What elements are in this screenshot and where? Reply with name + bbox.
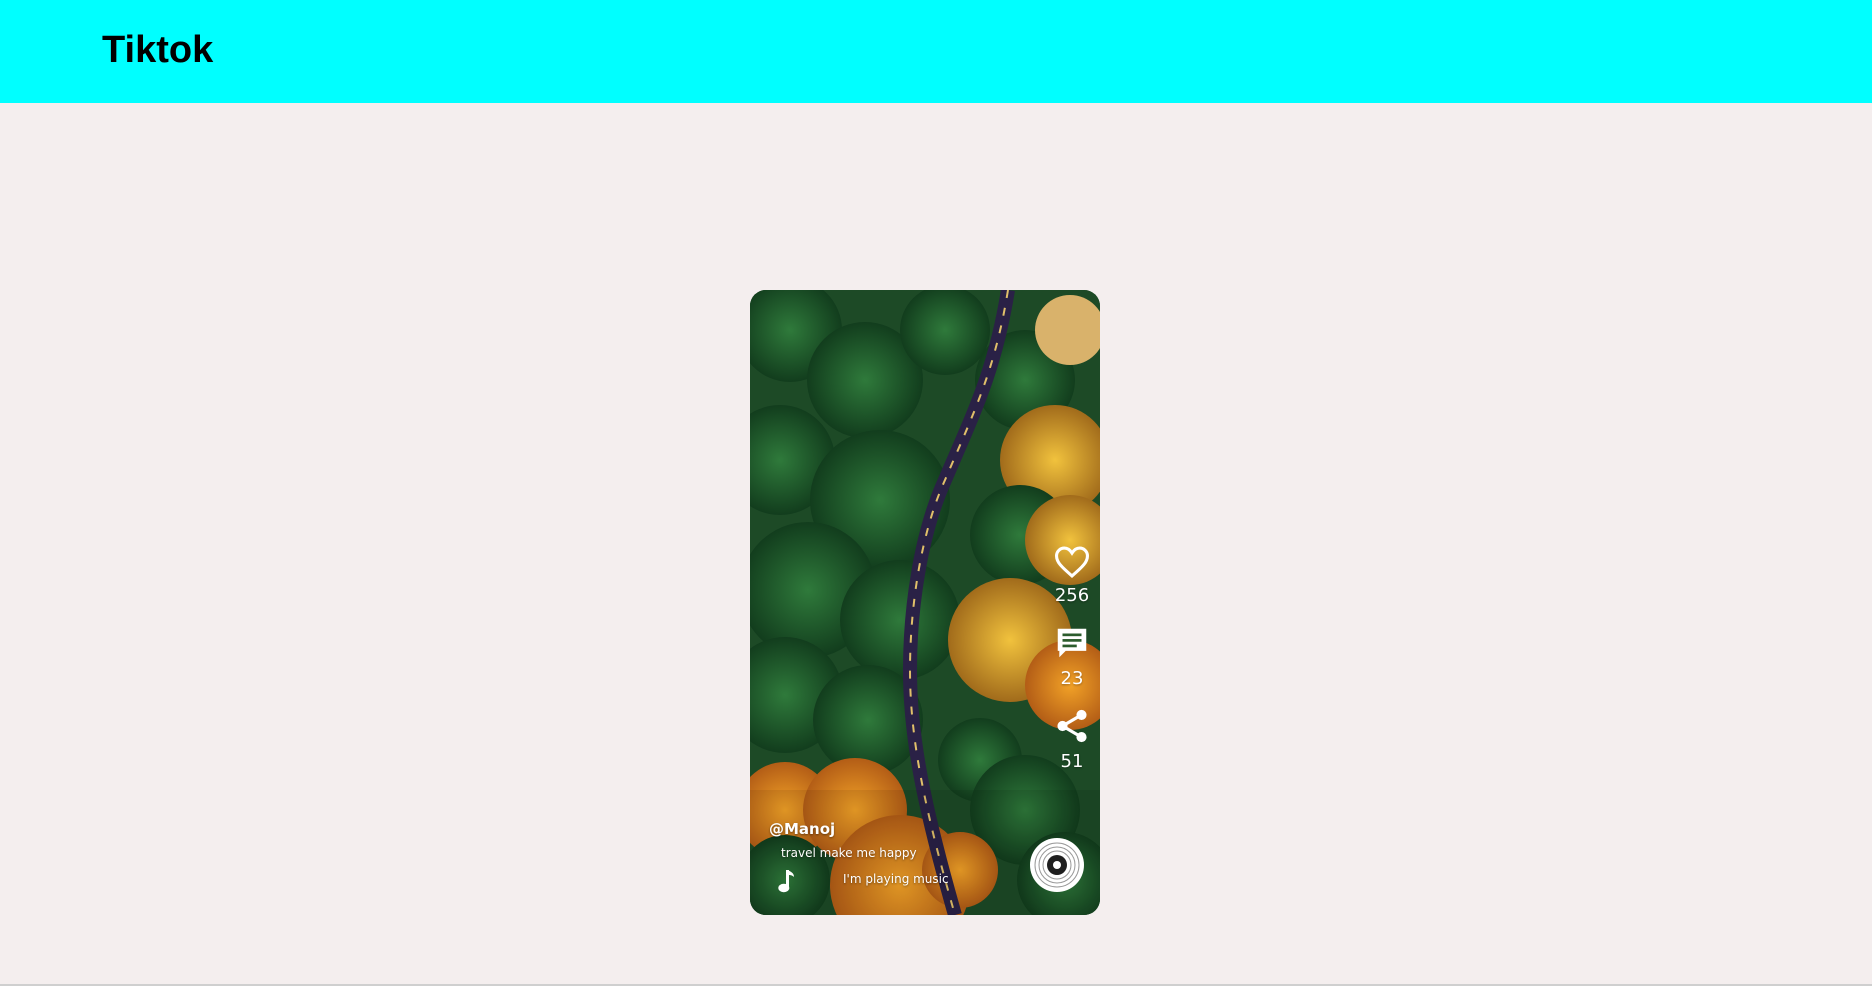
- share-count: 51: [1060, 751, 1084, 772]
- music-note-icon: [778, 870, 794, 893]
- video-description: travel make me happy: [781, 846, 917, 860]
- like-count: 256: [1054, 585, 1090, 606]
- music-info[interactable]: I'm playing music: [769, 868, 1029, 896]
- video-player[interactable]: 256 23 51 @Manoj travel make me happy I'…: [750, 290, 1100, 915]
- comment-action[interactable]: 23: [1053, 624, 1091, 707]
- action-sidebar: 256 23 51: [1052, 545, 1092, 790]
- comment-count: 23: [1060, 668, 1084, 689]
- share-action[interactable]: 51: [1053, 707, 1091, 790]
- sound-record-button[interactable]: [1030, 838, 1084, 892]
- like-action[interactable]: 256: [1053, 545, 1091, 624]
- app-header: Tiktok: [0, 0, 1872, 103]
- comment-icon[interactable]: [1053, 624, 1091, 662]
- video-username[interactable]: @Manoj: [769, 820, 1029, 838]
- share-icon[interactable]: [1053, 707, 1091, 745]
- vinyl-record-icon: [1034, 842, 1080, 888]
- music-title: I'm playing music: [843, 872, 949, 886]
- heart-icon[interactable]: [1053, 545, 1091, 579]
- video-caption: @Manoj travel make me happy I'm playing …: [769, 820, 1029, 896]
- app-title: Tiktok: [102, 29, 214, 71]
